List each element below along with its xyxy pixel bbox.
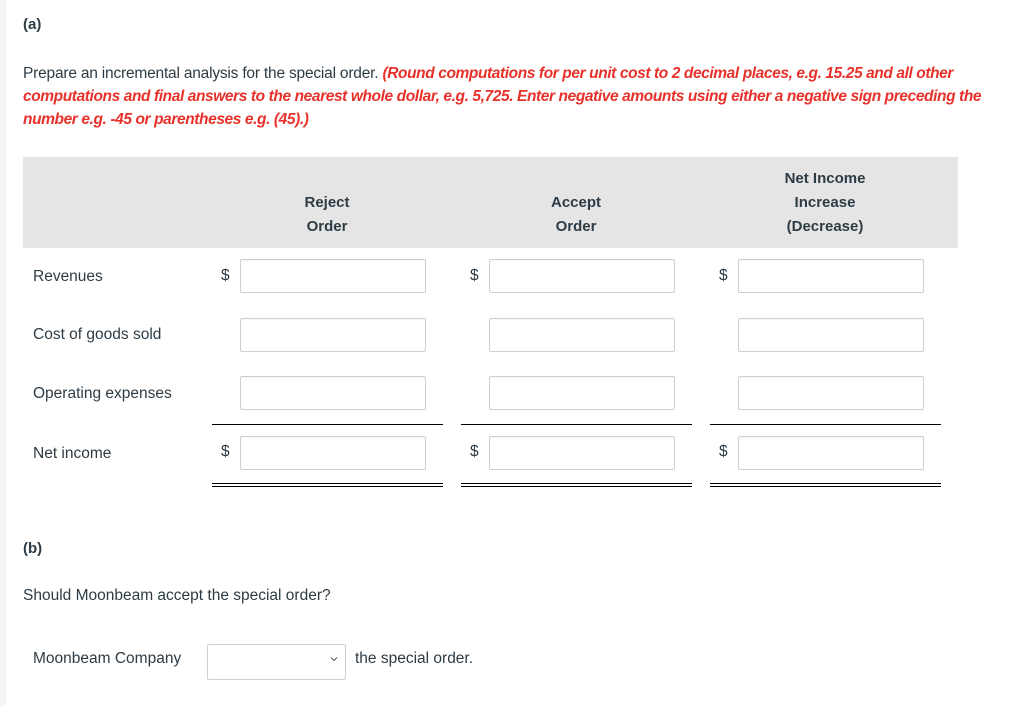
header-line: Accept xyxy=(550,194,602,211)
opex-net-change-input[interactable] xyxy=(738,376,924,410)
instructions: Prepare an incremental analysis for the … xyxy=(23,62,1023,131)
question-text: Should Moonbeam accept the special order… xyxy=(23,587,331,604)
subtotal-rule xyxy=(461,424,692,425)
accept-reject-select[interactable] xyxy=(207,644,346,680)
dollar-sign: $ xyxy=(221,267,230,284)
revenues-net-change-input[interactable] xyxy=(738,259,924,293)
dollar-sign: $ xyxy=(221,443,230,460)
dollar-sign: $ xyxy=(719,267,728,284)
part-a-label: (a) xyxy=(23,16,42,33)
subtotal-rule xyxy=(212,424,443,425)
cogs-accept-input[interactable] xyxy=(489,318,675,352)
total-double-rule xyxy=(461,483,692,487)
dollar-sign: $ xyxy=(470,267,479,284)
header-line: Reject xyxy=(304,194,350,211)
company-label: Moonbeam Company xyxy=(33,650,182,667)
row-label-cost-of-goods-sold: Cost of goods sold xyxy=(33,326,162,343)
column-header-net-income-change: Net Income Increase (Decrease) xyxy=(725,167,925,239)
part-b-label: (b) xyxy=(23,540,43,557)
net-income-reject-input[interactable] xyxy=(240,436,426,470)
opex-accept-input[interactable] xyxy=(489,376,675,410)
total-double-rule xyxy=(710,483,941,487)
instruction-text: Prepare an incremental analysis for the … xyxy=(23,65,379,82)
column-header-accept-order: Accept Order xyxy=(476,191,676,239)
after-select-text: the special order. xyxy=(355,650,474,667)
cogs-reject-input[interactable] xyxy=(240,318,426,352)
dollar-sign: $ xyxy=(470,443,479,460)
total-double-rule xyxy=(212,483,443,487)
chevron-down-icon xyxy=(330,657,338,662)
header-line: Net Income xyxy=(784,170,866,187)
table-header: Reject Order Accept Order Net Income Inc… xyxy=(23,157,958,248)
cogs-net-change-input[interactable] xyxy=(738,318,924,352)
row-label-net-income: Net income xyxy=(33,445,112,462)
dollar-sign: $ xyxy=(719,443,728,460)
header-line: Increase xyxy=(794,194,856,211)
net-income-accept-input[interactable] xyxy=(489,436,675,470)
header-line: Order xyxy=(555,218,597,235)
header-line: (Decrease) xyxy=(786,218,864,235)
header-line: Order xyxy=(306,218,348,235)
subtotal-rule xyxy=(710,424,941,425)
revenues-accept-input[interactable] xyxy=(489,259,675,293)
left-border xyxy=(0,0,6,706)
net-income-net-change-input[interactable] xyxy=(738,436,924,470)
row-label-operating-expenses: Operating expenses xyxy=(33,385,172,402)
column-header-reject-order: Reject Order xyxy=(227,191,427,239)
row-label-revenues: Revenues xyxy=(33,268,103,285)
revenues-reject-input[interactable] xyxy=(240,259,426,293)
opex-reject-input[interactable] xyxy=(240,376,426,410)
